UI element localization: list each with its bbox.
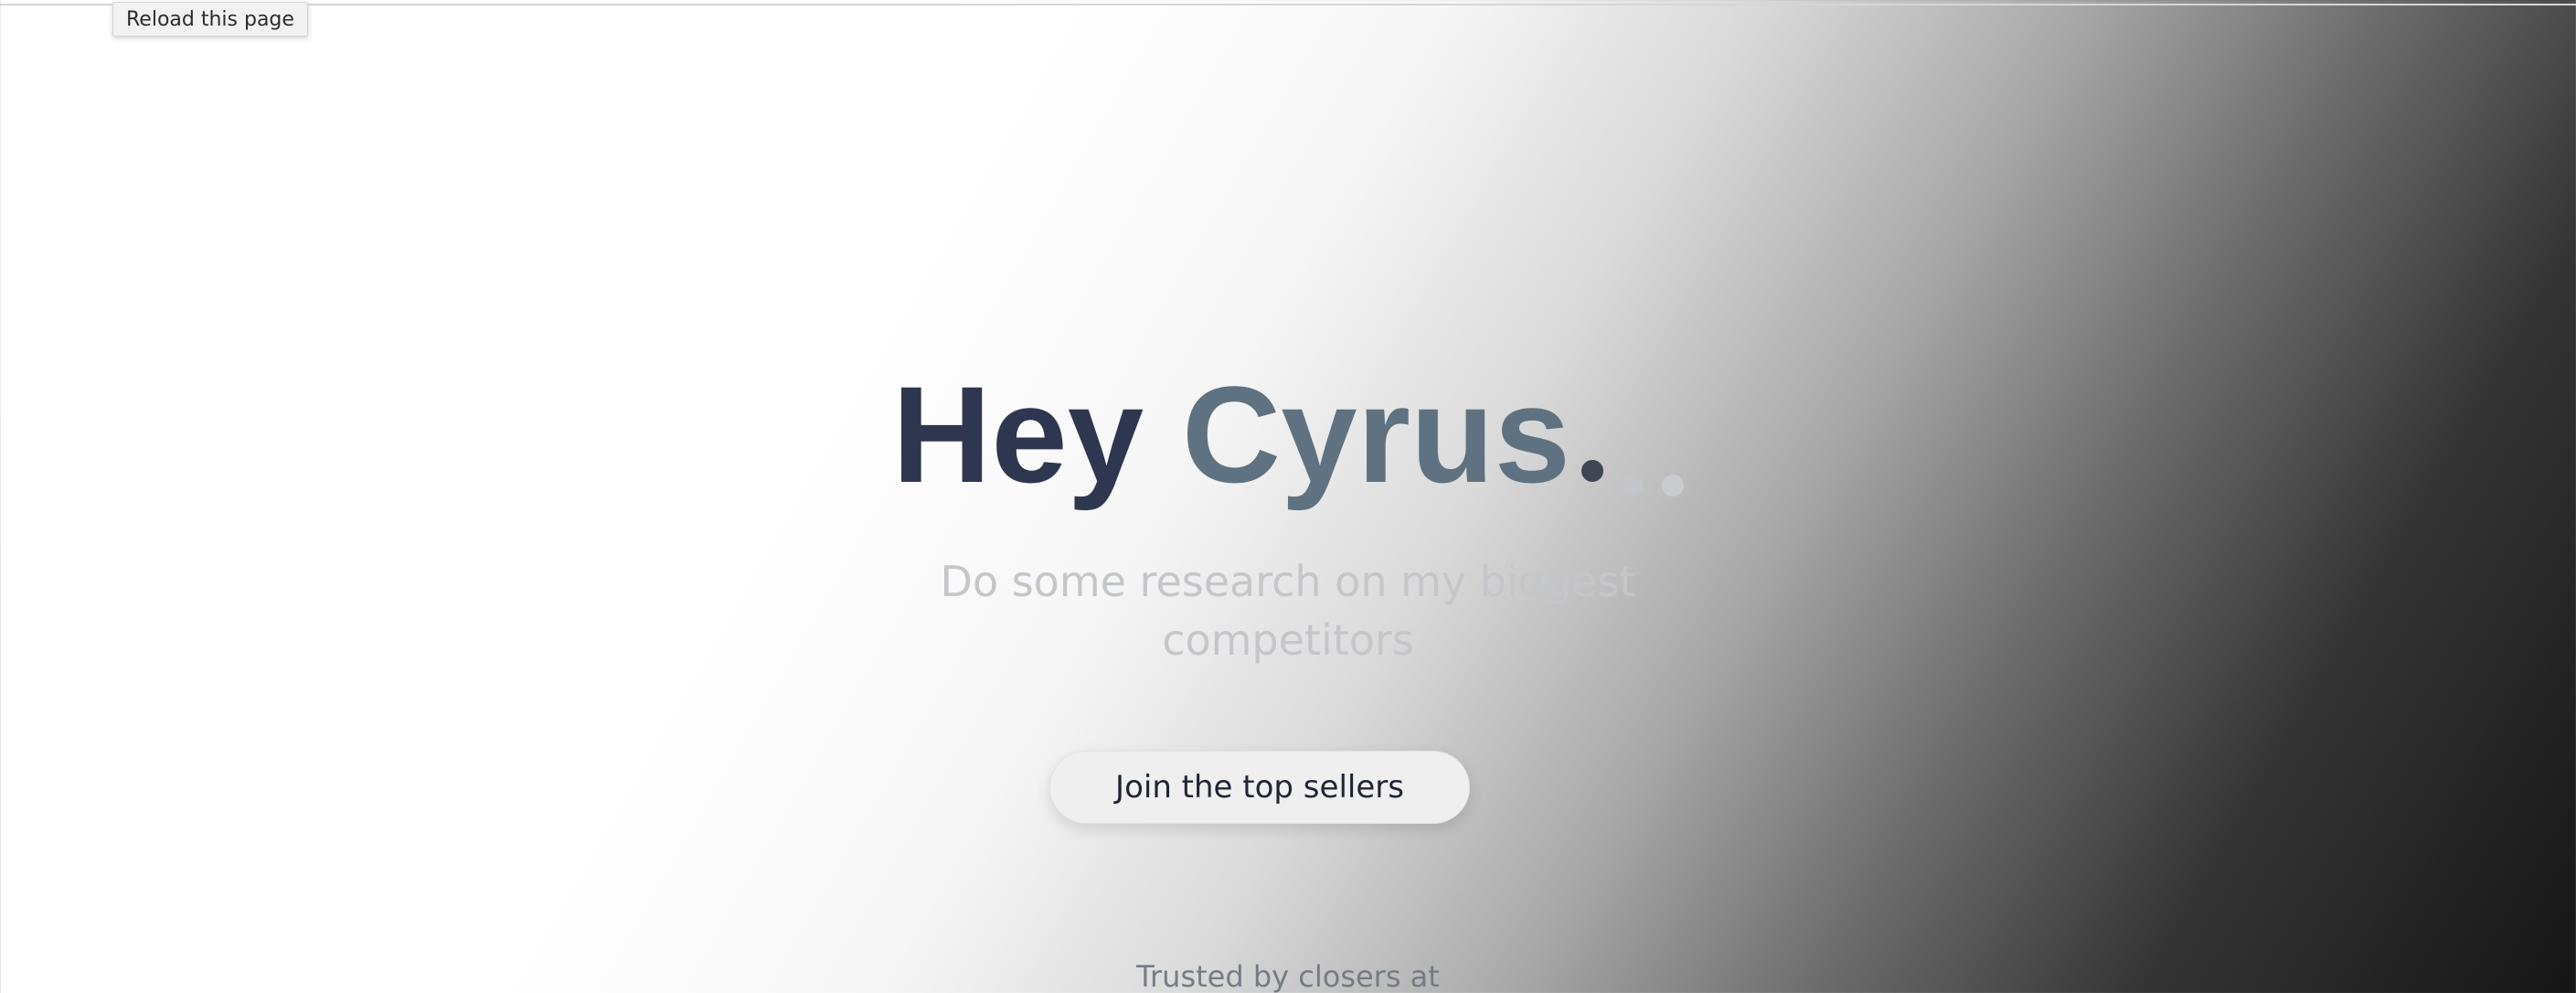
typing-dot-2 [1622, 475, 1645, 496]
subtitle-line-2: competitors [1162, 615, 1414, 665]
join-top-sellers-button[interactable]: Join the top sellers [1049, 751, 1470, 824]
hero-subtitle: Do some research on my biggest competito… [0, 552, 2576, 669]
browser-top-border [0, 4, 2576, 5]
typing-dot-1 [1581, 460, 1604, 482]
reload-tooltip: Reload this page [112, 2, 308, 37]
headline-name: Cyrus [1181, 358, 1571, 511]
subtitle-line-1: Do some research on my biggest [940, 557, 1636, 606]
typing-dots-icon [1581, 460, 1685, 496]
hero-headline: Hey Cyrus [0, 352, 2576, 517]
trusted-by-label: Trusted by closers at [1136, 959, 1440, 993]
headline-greeting: Hey [891, 358, 1144, 511]
typing-dot-3 [1662, 475, 1685, 496]
